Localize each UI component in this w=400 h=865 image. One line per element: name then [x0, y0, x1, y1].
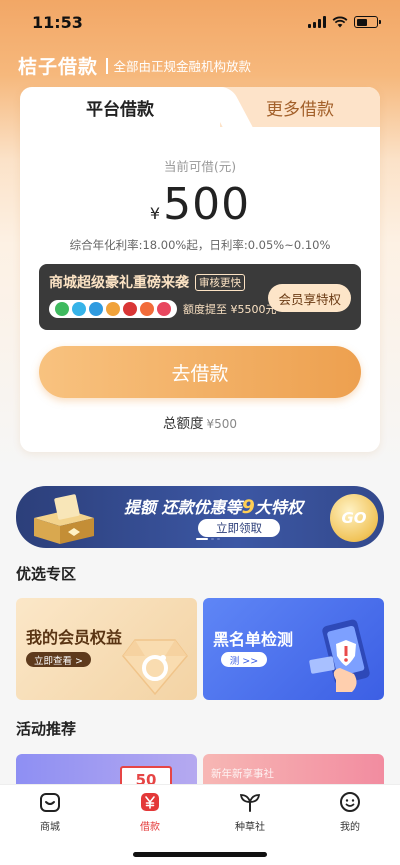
tabbar-item-community[interactable]: 种草社 [215, 791, 285, 833]
tabbar-item-profile[interactable]: 我的 [315, 791, 385, 833]
partner-logo-icon [55, 302, 69, 316]
tabbar-label-loan: 借款 [140, 822, 160, 833]
loan-yen-icon [141, 793, 159, 811]
banner-title-suffix: 大特权 [254, 498, 303, 517]
brand-slogan: 全部由正规金融机构放款 [113, 59, 252, 74]
tabbar-label-mall: 商城 [40, 822, 60, 833]
banner-title-number: 9 [241, 496, 255, 518]
sprout-icon [239, 794, 261, 812]
partner-logo-icon [140, 302, 154, 316]
activity-card-text: 新年新享事社 [211, 768, 274, 780]
total-limit: 总额度 ¥500 [20, 412, 380, 432]
blacklist-check-card[interactable]: 黑名单检测 测 >> [203, 598, 384, 700]
borrow-button[interactable]: 去借款 [39, 346, 361, 398]
tabbar-label-profile: 我的 [340, 822, 360, 833]
cellular-signal-icon [308, 16, 326, 28]
gift-box-icon [34, 494, 94, 544]
member-benefits-title: 我的会员权益 [26, 628, 123, 647]
status-time: 11:53 [32, 12, 83, 32]
go-badge: GO [330, 494, 378, 542]
member-promo-banner[interactable]: 商城超级豪礼重磅来袭 审核更快 额度提至 ¥5500元 会员享特权 [39, 264, 361, 330]
amount-value: 500 [163, 179, 251, 230]
tab-more-loans[interactable]: 更多借款 [220, 87, 380, 127]
wifi-icon [332, 16, 348, 28]
brand-header: 桔子借款 全部由正规金融机构放款 [18, 52, 251, 79]
brand-logo: 桔子借款 [18, 56, 99, 78]
home-indicator [133, 852, 267, 857]
tab-more-loans-label: 更多借款 [266, 99, 334, 120]
promo-title: 商城超级豪礼重磅来袭 [49, 275, 189, 291]
brand-divider [106, 57, 108, 74]
privilege-banner[interactable]: 提额 还款优惠等9大特权 立即领取 GO [16, 486, 384, 548]
tabbar-label-community: 种草社 [235, 822, 265, 833]
blacklist-check-title: 黑名单检测 [213, 630, 294, 649]
mall-icon [40, 793, 60, 812]
loan-card: 平台借款 更多借款 当前可借(元) ¥ 500 综合年化利率:18.00%起，日… [20, 87, 380, 452]
available-amount: ¥ 500 [20, 179, 380, 230]
status-bar: 11:53 [0, 0, 400, 44]
interest-rate-text: 综合年化利率:18.00%起，日利率:0.05%~0.10% [69, 238, 331, 252]
profile-icon [340, 792, 360, 812]
total-limit-value: ¥500 [206, 417, 238, 431]
total-limit-label: 总额度 [162, 416, 204, 432]
status-icons [308, 16, 381, 28]
promo-subtitle: 额度提至 ¥5500元 [183, 303, 277, 316]
banner-title: 提额 还款优惠等9大特权 [124, 494, 303, 518]
partner-logo-icon [106, 302, 120, 316]
promo-tag: 审核更快 [195, 273, 245, 291]
battery-icon [354, 16, 381, 28]
partner-logo-icon [72, 302, 86, 316]
member-benefits-card[interactable]: 我的会员权益 立即查看 > [16, 598, 197, 700]
activity-section-title: 活动推荐 [16, 720, 77, 738]
tabbar-item-mall[interactable]: 商城 [15, 791, 85, 833]
tab-platform-loan-label: 平台借款 [86, 99, 154, 120]
member-privilege-button[interactable]: 会员享特权 [268, 284, 351, 312]
diamond-ring-icon [122, 639, 188, 696]
tabbar-item-loan[interactable]: 借款 [115, 791, 185, 833]
currency-symbol: ¥ [149, 204, 161, 223]
loan-tabs: 平台借款 更多借款 [20, 87, 380, 127]
banner-pagination [196, 538, 220, 540]
claim-now-button[interactable]: 立即领取 [198, 519, 280, 537]
partner-logo-icon [157, 302, 171, 316]
view-now-button[interactable]: 立即查看 > [26, 652, 91, 667]
partner-logos [49, 300, 177, 318]
partner-logo-icon [89, 302, 103, 316]
available-label: 当前可借(元) [163, 159, 237, 174]
blacklist-test-button[interactable]: 测 >> [221, 652, 267, 667]
tab-platform-loan[interactable]: 平台借款 [20, 87, 220, 127]
featured-section-title: 优选专区 [16, 565, 77, 583]
partner-logo-icon [123, 302, 137, 316]
banner-title-prefix: 提额 还款优惠等 [124, 498, 242, 517]
phone-shield-icon [309, 619, 370, 692]
